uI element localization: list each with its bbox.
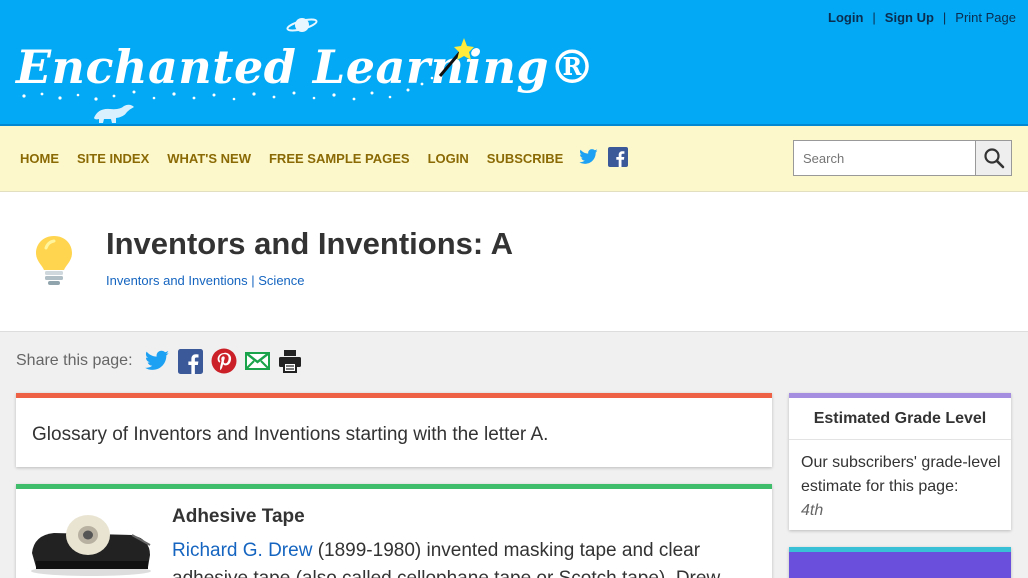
intro-card: Glossary of Inventors and Inventions sta… [16, 393, 772, 467]
tape-dispenser-image [31, 515, 151, 576]
share-bar: Share this page: [16, 348, 302, 374]
breadcrumb-science[interactable]: Science [258, 273, 304, 288]
grade-level-value: 4th [801, 502, 824, 519]
print-page-link[interactable]: Print Page [955, 10, 1016, 25]
separator: | [942, 10, 947, 25]
magic-wand-icon [438, 38, 474, 77]
lightbulb-icon [36, 236, 72, 285]
signup-link[interactable]: Sign Up [885, 10, 934, 25]
site-logo[interactable]: Enchanted Learning® [14, 14, 595, 126]
search-input[interactable] [794, 141, 976, 175]
twitter-icon[interactable] [578, 147, 599, 167]
breadcrumb: Inventors and Inventions | Science [106, 273, 305, 288]
grade-level-title: Estimated Grade Level [813, 410, 987, 427]
logo-wordmark: Enchanted Learning® [16, 40, 596, 94]
inventor-link[interactable]: Richard G. Drew [172, 540, 312, 561]
divider [789, 439, 1011, 440]
share-label: Share this page: [16, 352, 133, 369]
nav-free-sample-pages[interactable]: FREE SAMPLE PAGES [269, 151, 410, 166]
nav-links: HOME SITE INDEX WHAT'S NEW FREE SAMPLE P… [20, 151, 563, 166]
facebook-icon[interactable] [608, 147, 628, 167]
nav-home[interactable]: HOME [20, 151, 59, 166]
page-title: Inventors and Inventions: A [106, 226, 514, 261]
pinterest-icon[interactable] [211, 348, 237, 374]
entry-title: Adhesive Tape [172, 506, 305, 527]
email-icon[interactable] [244, 352, 270, 370]
site-header: Enchanted Learning® Login | Sign Up | Print … [0, 0, 1028, 126]
main-navigation: HOME SITE INDEX WHAT'S NEW FREE SAMPLE P… [0, 126, 1028, 192]
nav-whats-new[interactable]: WHAT'S NEW [167, 151, 251, 166]
grade-level-description: Our subscribers' grade-level estimate fo… [801, 454, 1001, 495]
grade-level-card: Estimated Grade Level Our subscribers' g… [789, 393, 1011, 530]
separator: | [872, 10, 876, 25]
nav-login[interactable]: LOGIN [428, 151, 469, 166]
printer-icon[interactable] [278, 349, 302, 373]
breadcrumb-inventors[interactable]: Inventors and Inventions [106, 273, 248, 288]
page-header: Inventors and Inventions: A Inventors an… [0, 192, 1028, 332]
nav-subscribe[interactable]: SUBSCRIBE [487, 151, 564, 166]
glossary-entry: Adhesive Tape Richard G. Drew (1899-1980… [16, 484, 772, 578]
search-button[interactable] [975, 141, 1011, 175]
search-box [793, 140, 1012, 176]
social-links [578, 147, 628, 167]
planet-icon [286, 18, 318, 32]
search-icon [983, 148, 1004, 169]
intro-text: Glossary of Inventors and Inventions sta… [32, 424, 549, 445]
dinosaur-icon [94, 104, 134, 123]
nav-site-index[interactable]: SITE INDEX [77, 151, 149, 166]
facebook-icon[interactable] [177, 348, 203, 374]
login-link[interactable]: Login [828, 10, 863, 25]
twitter-icon[interactable] [144, 348, 170, 374]
grade-level-text: Our subscribers' grade-level estimate fo… [801, 451, 1003, 523]
breadcrumb-separator: | [247, 273, 259, 288]
promo-card [789, 547, 1011, 578]
entry-text: Richard G. Drew (1899-1980) invented mas… [172, 537, 758, 578]
account-links: Login | Sign Up | Print Page [828, 10, 1016, 25]
